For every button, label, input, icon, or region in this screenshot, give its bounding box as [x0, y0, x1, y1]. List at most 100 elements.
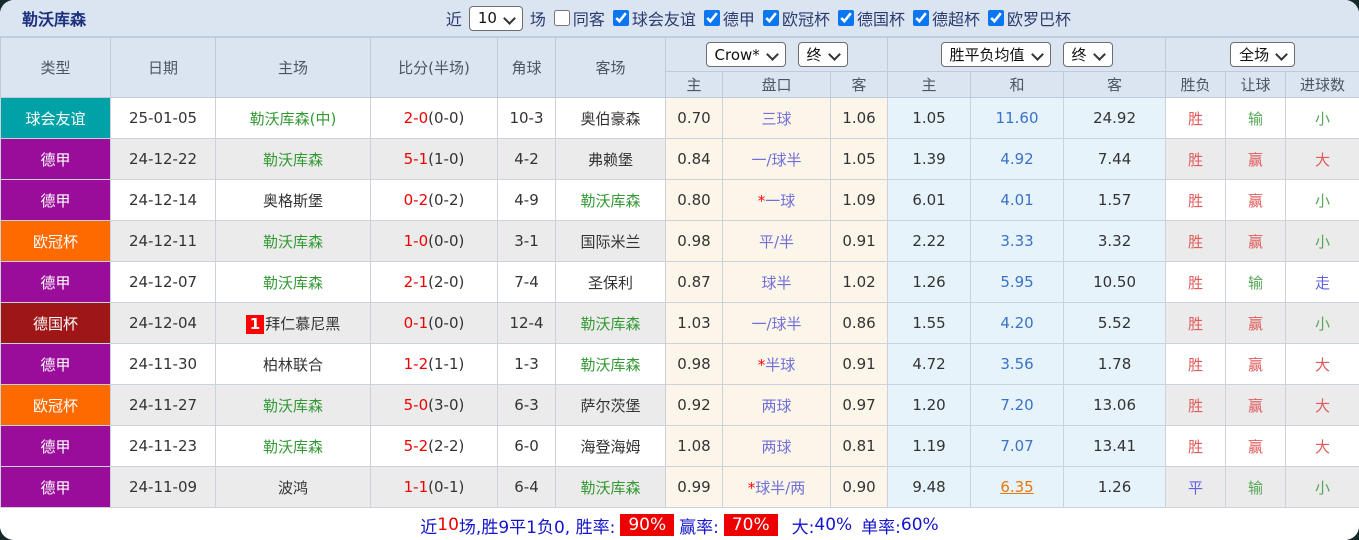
avg-away-odds: 5.52	[1063, 302, 1167, 344]
match-row: 德甲 24-11-09 波鸿 1-1(0-1) 6-4 勒沃库森 0.99 *球半/两 0.90…	[0, 466, 1359, 508]
score: 5-1(1-0)	[370, 138, 498, 180]
result-handicap: 赢	[1225, 179, 1287, 221]
home-team: 柏林联合	[215, 343, 371, 385]
handicap-odds-home: 0.98	[665, 343, 723, 385]
league-filter[interactable]: 球会友谊	[612, 6, 696, 30]
handicap-line: 一/球半	[722, 302, 831, 344]
match-row: 德甲 24-12-14 奥格斯堡 0-2(0-2) 4-9 勒沃库森 0.80 *一球 1.09…	[0, 179, 1359, 221]
odds-company-select-wrap: Crow*	[705, 42, 786, 67]
avg-away-odds: 13.41	[1063, 425, 1167, 467]
avg-away-odds: 24.92	[1063, 97, 1167, 139]
away-team: 圣保利	[555, 261, 666, 303]
handicap-odds-away: 0.91	[829, 343, 889, 385]
result-goals: 大	[1285, 343, 1359, 385]
league-filter-checkbox[interactable]	[612, 10, 629, 26]
league-filter[interactable]: 德超杯	[912, 6, 980, 30]
result-goals: 走	[1285, 261, 1359, 303]
avg-draw-odds: 7.07	[970, 425, 1065, 467]
handicap-group-header: Crow* 终	[664, 37, 889, 72]
match-row: 欧冠杯 24-11-27 勒沃库森 5-0(3-0) 6-3 萨尔茨堡 0.92 两球 0.97…	[0, 384, 1359, 426]
handicap-odds-home: 0.70	[665, 97, 723, 139]
summary-asia-label: 赢率:	[679, 517, 719, 538]
league-badge: 德甲	[0, 179, 111, 221]
match-date: 24-12-22	[110, 138, 216, 180]
league-filter[interactable]: 德国杯	[837, 6, 905, 30]
avg-type-select[interactable]: 胜平负均值	[941, 43, 1050, 66]
result-handicap: 赢	[1225, 425, 1287, 467]
avg-draw-odds: 3.33	[970, 220, 1065, 262]
avg-group-header: 胜平负均值 终	[887, 37, 1167, 72]
odds-company-select[interactable]: Crow*	[706, 43, 785, 66]
col-header-date: 日期	[110, 37, 216, 98]
avg-home-odds: 1.19	[887, 425, 972, 467]
league-filter[interactable]: 欧罗巴杯	[987, 6, 1071, 30]
match-date: 24-11-27	[110, 384, 216, 426]
home-team: 勒沃库森	[215, 384, 371, 426]
sub-header-handicap-result: 让球	[1225, 71, 1287, 98]
summary-win-rate-badge: 90%	[620, 514, 675, 536]
league-filter-checkbox[interactable]	[703, 10, 720, 26]
home-team: 奥格斯堡	[215, 179, 371, 221]
col-header-corner: 角球	[497, 37, 556, 98]
league-filter-label: 欧罗巴杯	[1006, 10, 1071, 29]
league-filter-checkbox[interactable]	[987, 10, 1004, 26]
same-venue-label: 同客	[572, 10, 605, 29]
avg-away-odds: 1.57	[1063, 179, 1167, 221]
result-wdl: 平	[1165, 466, 1227, 508]
result-wdl: 胜	[1165, 384, 1227, 426]
score: 5-0(3-0)	[370, 384, 498, 426]
avg-draw-odds: 4.20	[970, 302, 1065, 344]
same-venue-filter[interactable]: 同客	[553, 6, 605, 30]
league-filter[interactable]: 欧冠杯	[762, 6, 830, 30]
handicap-odds-home: 1.03	[665, 302, 723, 344]
avg-home-odds: 1.55	[887, 302, 972, 344]
same-venue-checkbox[interactable]	[553, 10, 570, 26]
league-filters: 球会友谊 德甲 欧冠杯 德国杯 德超杯 欧罗巴杯	[612, 6, 1071, 30]
league-badge: 德甲	[0, 343, 111, 385]
col-header-score: 比分(半场)	[370, 37, 498, 98]
result-handicap: 输	[1225, 466, 1287, 508]
odds-time-select[interactable]: 终	[798, 43, 847, 66]
corner-score: 12-4	[497, 302, 556, 344]
score: 2-1(2-0)	[370, 261, 498, 303]
handicap-line: 两球	[722, 425, 831, 467]
avg-draw-odds: 4.92	[970, 138, 1065, 180]
avg-time-select[interactable]: 终	[1063, 43, 1112, 66]
result-wdl: 胜	[1165, 302, 1227, 344]
result-handicap: 赢	[1225, 384, 1287, 426]
handicap-line: 平/半	[722, 220, 831, 262]
result-goals: 大	[1285, 384, 1359, 426]
scope-select[interactable]: 全场	[1231, 43, 1295, 66]
handicap-odds-away: 1.02	[829, 261, 889, 303]
league-filter-checkbox[interactable]	[762, 10, 779, 26]
home-team: 勒沃库森	[215, 138, 371, 180]
score: 1-1(0-1)	[370, 466, 498, 508]
league-badge: 欧冠杯	[0, 384, 111, 426]
match-row: 德甲 24-11-23 勒沃库森 5-2(2-2) 6-0 海登海姆 1.08 两球 0.81 1…	[0, 425, 1359, 467]
result-wdl: 胜	[1165, 138, 1227, 180]
result-goals: 小	[1285, 220, 1359, 262]
result-goals: 小	[1285, 466, 1359, 508]
sub-header-avg-home: 主	[887, 71, 972, 98]
recent-count-select-wrap: 10	[468, 5, 523, 31]
sub-header-odds-home: 主	[665, 71, 723, 98]
match-date: 24-12-11	[110, 220, 216, 262]
result-goals: 小	[1285, 179, 1359, 221]
away-team: 萨尔茨堡	[555, 384, 666, 426]
match-date: 24-12-07	[110, 261, 216, 303]
match-date: 24-12-14	[110, 179, 216, 221]
recent-count-select[interactable]: 10	[469, 6, 522, 30]
avg-draw-odds: 5.95	[970, 261, 1065, 303]
avg-away-odds: 3.32	[1063, 220, 1167, 262]
handicap-odds-away: 0.81	[829, 425, 889, 467]
league-filter-checkbox[interactable]	[912, 10, 929, 26]
league-filter-checkbox[interactable]	[837, 10, 854, 26]
result-goals: 大	[1285, 138, 1359, 180]
sub-header-odds-away: 客	[829, 71, 889, 98]
match-table: 类型 日期 主场 比分(半场) 角球 客场 Crow* 终 胜平负均值 终 全场…	[0, 37, 1359, 508]
away-team: 勒沃库森	[555, 302, 666, 344]
score: 1-2(1-1)	[370, 343, 498, 385]
away-team: 勒沃库森	[555, 179, 666, 221]
home-team: 勒沃库森	[215, 261, 371, 303]
league-filter[interactable]: 德甲	[703, 6, 755, 30]
